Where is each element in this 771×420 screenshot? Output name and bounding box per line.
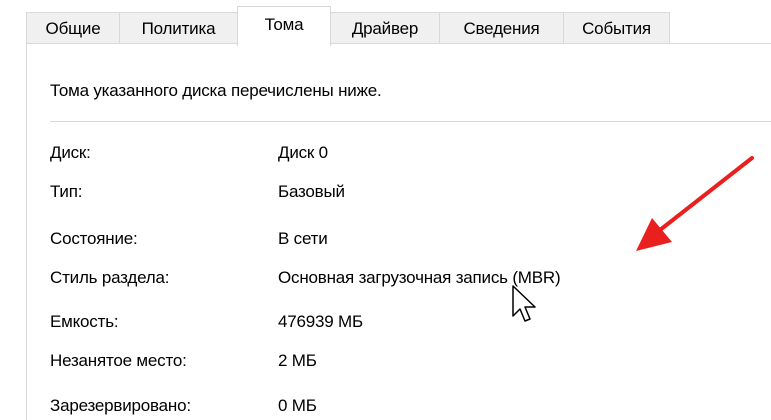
property-value: 476939 МБ xyxy=(278,312,363,331)
property-row-unallocated: Незанятое место: 2 МБ xyxy=(0,351,771,381)
property-row-capacity: Емкость: 476939 МБ xyxy=(0,312,771,342)
property-label: Тип: xyxy=(50,182,83,201)
property-value: Базовый xyxy=(278,182,345,201)
property-label: Емкость: xyxy=(50,312,119,331)
volumes-description: Тома указанного диска перечислены ниже. xyxy=(50,81,382,100)
tab-volumes[interactable]: Тома xyxy=(237,6,331,46)
property-value: 2 МБ xyxy=(278,351,317,370)
disk-properties-dialog: Общие Политика Тома Драйвер Сведения Соб… xyxy=(0,0,771,420)
red-arrow-icon xyxy=(636,156,754,251)
property-row-partition-style: Стиль раздела: Основная загрузочная запи… xyxy=(0,268,771,298)
property-label: Незанятое место: xyxy=(50,351,187,370)
tab-divider xyxy=(26,43,771,44)
tab-strip: Общие Политика Тома Драйвер Сведения Соб… xyxy=(0,0,771,48)
property-label: Состояние: xyxy=(50,229,138,248)
tab-policy[interactable]: Политика xyxy=(119,12,238,43)
property-row-reserved: Зарезервировано: 0 МБ xyxy=(0,396,771,420)
property-label: Стиль раздела: xyxy=(50,268,170,287)
property-value: Диск 0 xyxy=(278,143,328,162)
tab-details[interactable]: Сведения xyxy=(439,12,564,43)
property-label: Диск: xyxy=(50,143,91,162)
property-label: Зарезервировано: xyxy=(50,396,191,415)
tab-driver[interactable]: Драйвер xyxy=(330,12,440,43)
property-value: В сети xyxy=(278,229,328,248)
property-value: 0 МБ xyxy=(278,396,317,415)
mouse-pointer-icon xyxy=(512,285,536,322)
tab-events[interactable]: События xyxy=(563,12,670,43)
section-divider xyxy=(50,121,771,122)
tab-general[interactable]: Общие xyxy=(26,12,120,43)
